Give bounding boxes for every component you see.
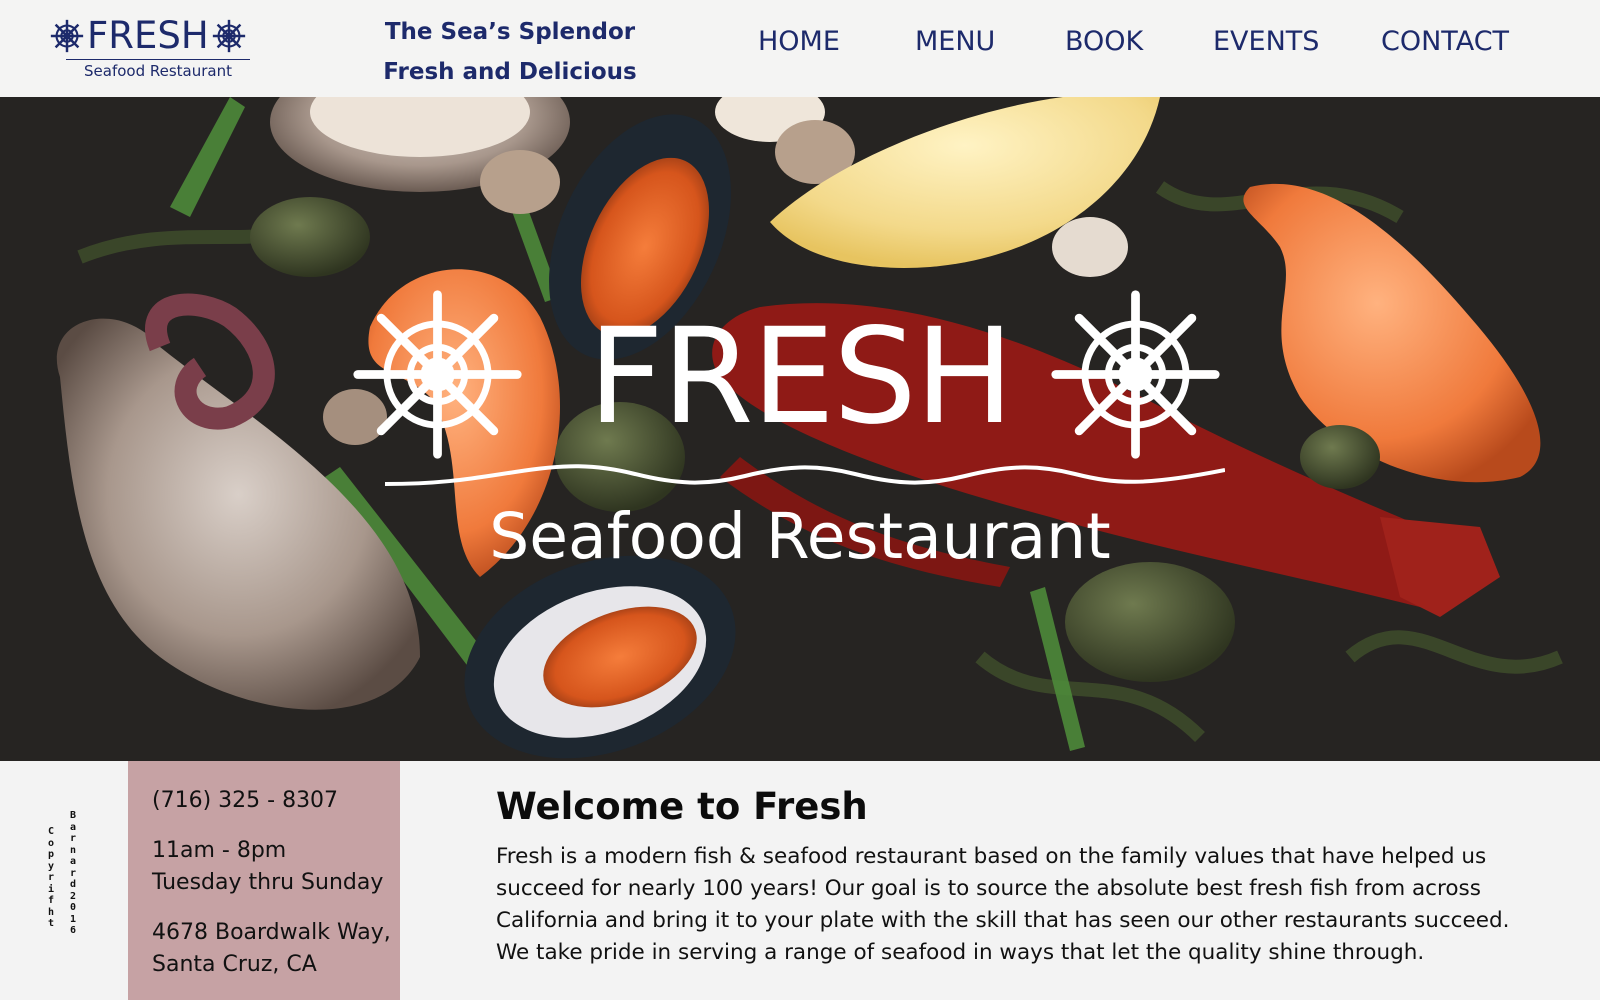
ship-wheel-icon (50, 19, 84, 53)
site-logo[interactable]: FRESH Seafood Restaurant (48, 14, 268, 86)
welcome-body: Fresh is a modern fish & seafood restaur… (496, 844, 1510, 965)
welcome-title: Welcome to Fresh (496, 785, 868, 828)
ship-wheel-icon (353, 290, 522, 459)
logo-row: FRESH (48, 14, 268, 58)
site-header: FRESH Seafood Restaurant The Sea’s Splen… (0, 0, 1600, 97)
nav-menu[interactable]: MENU (915, 26, 995, 57)
hours-block: 11am - 8pm Tuesday thru Sunday (152, 835, 400, 899)
copyright-notice: Copyrifht Barnard2016 (38, 810, 88, 960)
hours-days: Tuesday thru Sunday (152, 870, 384, 895)
phone-block: (716) 325 - 8307 (152, 785, 400, 817)
address-block: 4678 Boardwalk Way, Santa Cruz, CA (152, 917, 400, 981)
nav-contact[interactable]: CONTACT (1381, 26, 1509, 57)
tagline-line-1: The Sea’s Splendor (384, 19, 636, 45)
address-line-1: 4678 Boardwalk Way, (152, 920, 391, 945)
hero-banner: FRESH Seafood Restaurant (0, 97, 1600, 761)
hero-title: FRESH (587, 300, 1014, 454)
hours-time: 11am - 8pm (152, 838, 287, 863)
ship-wheel-icon (212, 19, 245, 53)
copyright-owner: Barnard2016 (69, 810, 77, 936)
hero-subtitle: Seafood Restaurant (489, 500, 1111, 573)
wave-divider (385, 464, 1225, 486)
logo-wordmark: FRESH (87, 14, 209, 57)
nav-book[interactable]: BOOK (1065, 26, 1143, 57)
copyright-word: Copyrifht (47, 826, 55, 929)
phone-number[interactable]: (716) 325 - 8307 (152, 785, 400, 817)
address-line-2: Santa Cruz, CA (152, 952, 317, 977)
nav-home[interactable]: HOME (758, 26, 840, 57)
welcome-section: Welcome to Fresh Fresh is a modern fish … (496, 783, 1536, 969)
hero-logo: FRESH Seafood Restaurant (350, 282, 1250, 682)
tagline-line-2: Fresh and Delicious (383, 59, 637, 85)
contact-info-box: (716) 325 - 8307 11am - 8pm Tuesday thru… (128, 761, 400, 1000)
nav-events[interactable]: EVENTS (1213, 26, 1319, 57)
logo-subtitle: Seafood Restaurant (48, 59, 268, 80)
ship-wheel-icon (1051, 290, 1220, 459)
tagline: The Sea’s Splendor Fresh and Delicious (375, 12, 645, 92)
